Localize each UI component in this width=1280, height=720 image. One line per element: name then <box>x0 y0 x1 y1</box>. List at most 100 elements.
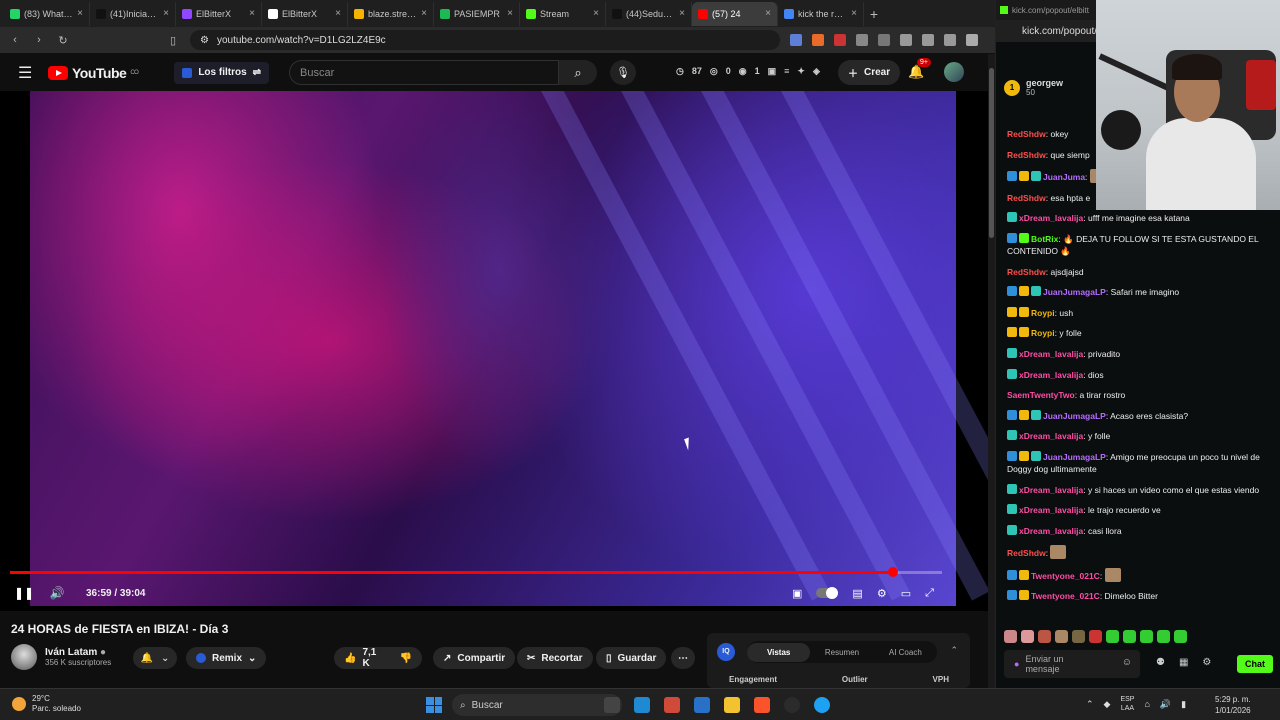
chat-send-button[interactable]: Chat <box>1237 655 1273 673</box>
extension-icon[interactable]: ▣ <box>768 66 777 77</box>
like-dislike-button[interactable]: 👍 7,1 K 👎 <box>334 647 422 669</box>
search-button[interactable]: ⌕ <box>559 60 597 85</box>
emote-icon[interactable] <box>1123 630 1136 643</box>
chat-username[interactable]: Roypi <box>1031 308 1055 318</box>
chat-username[interactable]: RedShdw <box>1007 129 1046 139</box>
menu-icon[interactable] <box>966 34 978 46</box>
chat-username[interactable]: xDream_lavalija <box>1019 485 1083 495</box>
chat-username[interactable]: xDream_lavalija <box>1019 526 1083 536</box>
app-icon[interactable] <box>664 697 680 713</box>
chat-username[interactable]: RedShdw <box>1007 267 1046 277</box>
users-icon[interactable]: ⚉ <box>1156 657 1165 668</box>
emote-icon[interactable] <box>1157 630 1170 643</box>
bookmark-icon[interactable]: ▯ <box>166 34 180 47</box>
menu-icon[interactable]: ☰ <box>18 63 48 83</box>
browser-tab[interactable]: kick the rules × <box>778 1 864 26</box>
back-icon[interactable]: ‹ <box>8 34 22 46</box>
task-view-icon[interactable] <box>604 697 620 713</box>
store-icon[interactable]: ▦ <box>1179 657 1188 668</box>
chat-username[interactable]: RedShdw <box>1007 150 1046 160</box>
tab-close-icon[interactable]: × <box>335 8 341 19</box>
store-icon[interactable] <box>694 697 710 713</box>
save-button[interactable]: ▯ Guardar <box>596 647 667 669</box>
chevron-up-icon[interactable]: ⌃ <box>1086 699 1094 710</box>
page-scrollbar[interactable] <box>988 54 995 688</box>
clock[interactable]: 5:29 p. m. 1/01/2026 <box>1215 694 1251 716</box>
extension-icon[interactable] <box>834 34 846 46</box>
emote-icon[interactable] <box>1004 630 1017 643</box>
chat-username[interactable]: RedShdw <box>1007 548 1046 558</box>
emote-icon[interactable] <box>1055 630 1068 643</box>
remix-button[interactable]: Remix ⌄ <box>186 647 267 669</box>
autoplay-toggle[interactable] <box>816 587 839 599</box>
tab-close-icon[interactable]: × <box>679 8 685 19</box>
music-icon[interactable] <box>900 34 912 46</box>
chat-username[interactable]: JuanJumagaLP <box>1043 287 1106 297</box>
chat-icon[interactable]: ◈ <box>813 66 820 77</box>
progress-bar[interactable] <box>10 567 942 577</box>
channel-avatar[interactable] <box>11 644 37 670</box>
language-indicator[interactable]: ESP LAA <box>1120 695 1134 713</box>
url-field[interactable]: ⚙ youtube.com/watch?v=D1LG2LZ4E9c <box>190 30 780 50</box>
clip-button[interactable]: ✂ Recortar <box>517 647 593 669</box>
theater-mode-icon[interactable]: ▭ <box>901 587 911 600</box>
progress-scrubber[interactable] <box>887 567 898 577</box>
bulb-icon[interactable]: ✦ <box>797 66 805 77</box>
chat-input[interactable]: ● Enviar un mensaje ☺ <box>1004 650 1140 678</box>
browser-tab[interactable]: ElBitterX × <box>176 1 262 26</box>
browser-tab[interactable]: (57) 24 × <box>692 1 778 26</box>
voice-search-button[interactable]: 🎙 <box>610 60 636 85</box>
extension-icon[interactable] <box>856 34 868 46</box>
emote-icon[interactable] <box>1072 630 1085 643</box>
tab-summary[interactable]: Resumen <box>810 648 873 657</box>
chat-username[interactable]: xDream_lavalija <box>1019 370 1083 380</box>
browser-tab[interactable]: (83) WhatsApp× <box>4 1 90 26</box>
tab-close-icon[interactable]: × <box>421 8 427 19</box>
tray-app-icon[interactable]: ◆ <box>1104 699 1111 710</box>
emote-icon[interactable] <box>1174 630 1187 643</box>
emote-icon[interactable] <box>1140 630 1153 643</box>
chat-username[interactable]: xDream_lavalija <box>1019 431 1083 441</box>
tab-views[interactable]: Vistas <box>747 642 811 662</box>
emoji-icon[interactable]: ☺ <box>1122 658 1132 668</box>
scrollbar-thumb[interactable] <box>989 68 994 238</box>
browser-tab[interactable]: (41)Iniciando n× <box>90 1 176 26</box>
browser-tab[interactable]: blaze.stream/s × <box>348 1 434 26</box>
like-icon[interactable]: 👍 <box>344 653 356 664</box>
create-button[interactable]: ＋ Crear <box>838 60 901 85</box>
filters-button[interactable]: Los filtros ⇌ <box>174 61 270 84</box>
search-input[interactable]: Buscar <box>289 60 559 85</box>
chat-username[interactable]: RedShdw <box>1007 193 1046 203</box>
obs-icon[interactable] <box>784 697 800 713</box>
mic-icon[interactable]: ● <box>1014 659 1019 669</box>
translate-icon[interactable] <box>790 34 802 46</box>
dislike-icon[interactable]: 👎 <box>400 653 412 664</box>
edge-icon[interactable] <box>634 697 650 713</box>
browser-tab[interactable]: PASIEMPR × <box>434 1 520 26</box>
emote-icon[interactable] <box>1106 630 1119 643</box>
battery-icon[interactable]: ▮ <box>1181 699 1186 710</box>
tab-close-icon[interactable]: × <box>77 8 83 19</box>
emote-icon[interactable] <box>1038 630 1051 643</box>
extension-icon[interactable]: ▣ <box>792 587 802 600</box>
list-icon[interactable]: ≡ <box>784 66 789 77</box>
chat-username[interactable]: Twentyone_021C <box>1031 571 1100 581</box>
tab-ai-coach[interactable]: AI Coach <box>874 648 937 657</box>
channel-name[interactable]: Iván Latam ● <box>45 647 111 658</box>
emote-icon[interactable] <box>1021 630 1034 643</box>
chat-username[interactable]: JuanJumagaLP <box>1043 411 1106 421</box>
browser-tab[interactable]: Stream × <box>520 1 606 26</box>
chat-username[interactable]: xDream_lavalija <box>1019 349 1083 359</box>
video-player[interactable]: ◉ <box>0 91 990 611</box>
site-info-icon[interactable]: ⚙ <box>200 35 209 46</box>
chevron-up-icon[interactable]: ⌃ <box>950 645 958 656</box>
pause-icon[interactable]: ❚❚ <box>14 586 34 600</box>
settings-icon[interactable]: ⚙ <box>1202 657 1211 668</box>
settings-icon[interactable]: ⚙ <box>877 587 887 600</box>
chat-username[interactable]: Twentyone_021C <box>1031 591 1100 601</box>
chat-username[interactable]: SaemTwentyTwo <box>1007 390 1075 400</box>
forward-icon[interactable]: › <box>32 34 46 46</box>
reload-icon[interactable]: ↻ <box>56 34 70 47</box>
extension-icon[interactable] <box>878 34 890 46</box>
extension-icon[interactable] <box>812 34 824 46</box>
